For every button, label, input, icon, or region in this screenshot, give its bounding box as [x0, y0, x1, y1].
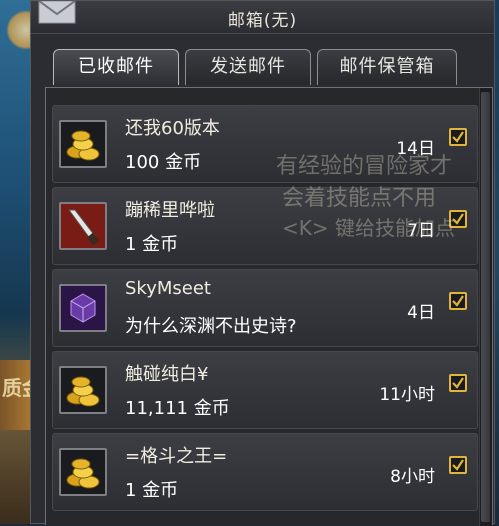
mail-checkbox[interactable] [449, 292, 467, 310]
title-bar[interactable]: 邮箱(无) [31, 1, 494, 34]
tab-received[interactable]: 已收邮件 [53, 49, 179, 85]
purple-cube-icon [59, 284, 107, 332]
mail-row[interactable]: =格斗之王= 1 金币 8小时 [52, 433, 478, 511]
gold-coins-icon [59, 448, 107, 496]
mail-attachment: 100 金币 [125, 152, 202, 173]
scroll-thumb[interactable] [481, 92, 490, 522]
mail-expiry: 11小时 [379, 385, 435, 405]
mailbox-window: 邮箱(无) 已收邮件 发送邮件 邮件保管箱 还我60版本 100 金币 14日 [30, 0, 495, 526]
mail-row[interactable]: 触碰纯白¥ 11,111 金币 11小时 [52, 351, 478, 429]
mail-attachment: 11,111 金币 [125, 398, 230, 419]
overlay-hint-line: 会着技能点不用 [282, 186, 437, 211]
mail-sender: SkyMseet [125, 278, 211, 299]
mail-subject: 为什么深渊不出史诗? [125, 316, 297, 337]
mail-row[interactable]: SkyMseet 为什么深渊不出史诗? 4日 [52, 269, 478, 347]
window-title: 邮箱(无) [227, 11, 298, 31]
mail-sender: 还我60版本 [125, 118, 220, 139]
mail-checkbox[interactable] [449, 128, 467, 146]
mail-sender: 蹦稀里哗啦 [125, 200, 215, 221]
overlay-hint-line: <K> 键给技能加点 [282, 216, 455, 240]
mail-attachment: 1 金币 [125, 234, 179, 255]
gold-coins-icon [59, 120, 107, 168]
dagger-icon [59, 202, 107, 250]
mail-list: 还我60版本 100 金币 14日 蹦稀里哗啦 1 金币 7日 SkyMseet… [45, 87, 493, 526]
mail-expiry: 4日 [407, 303, 435, 323]
mail-attachment: 1 金币 [125, 480, 179, 501]
mail-sender: =格斗之王= [125, 446, 228, 467]
mail-expiry: 8小时 [390, 467, 435, 487]
mail-checkbox[interactable] [449, 456, 467, 474]
gold-coins-icon [59, 366, 107, 414]
overlay-hint-line: 有经验的冒险家才 [276, 154, 453, 179]
tab-storage[interactable]: 邮件保管箱 [317, 49, 457, 85]
tab-sent[interactable]: 发送邮件 [185, 49, 311, 85]
scrollbar[interactable] [479, 88, 492, 526]
mail-checkbox[interactable] [449, 374, 467, 392]
mail-sender: 触碰纯白¥ [125, 364, 209, 385]
